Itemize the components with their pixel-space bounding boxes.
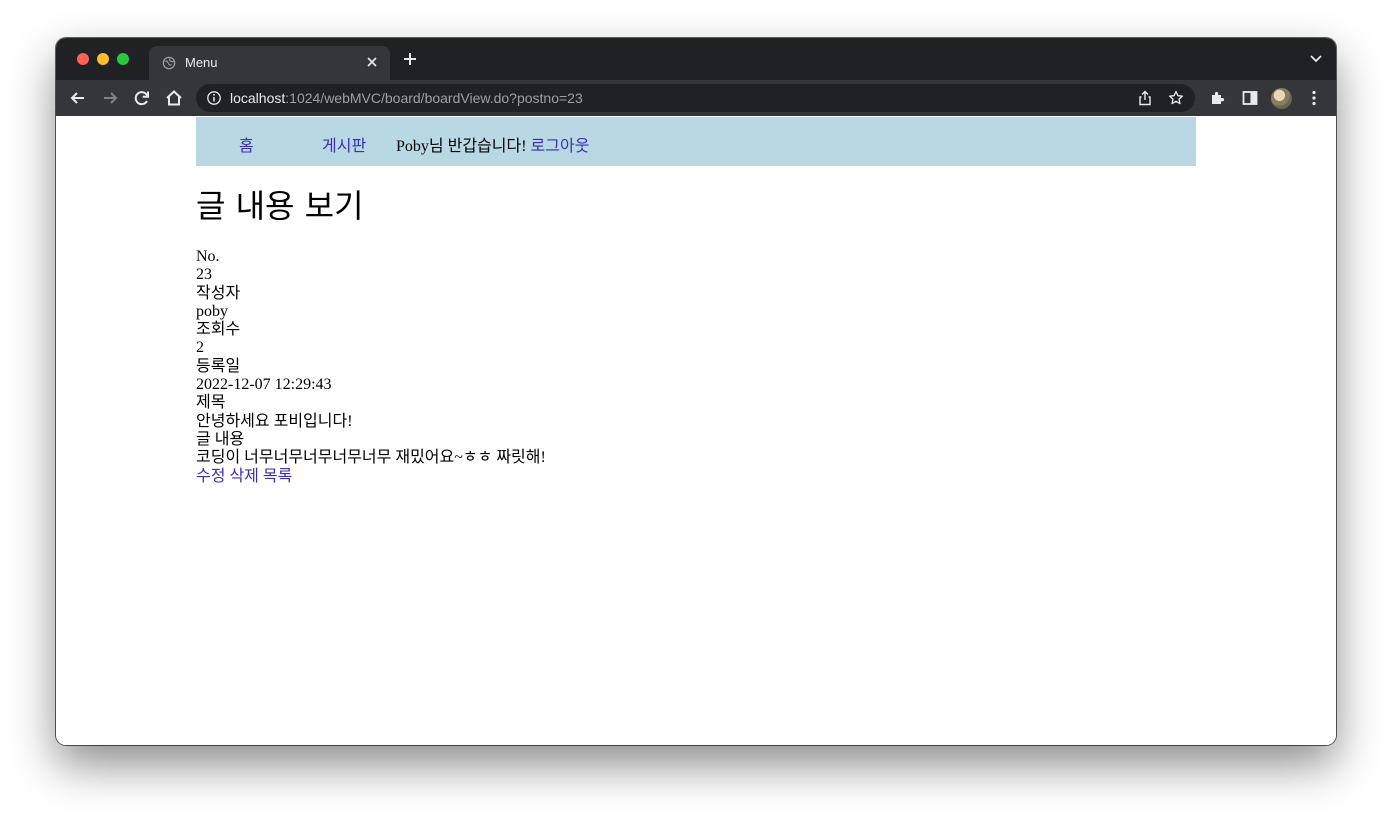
home-icon[interactable]: [164, 88, 184, 108]
more-menu-icon[interactable]: [1304, 88, 1324, 108]
browser-tab[interactable]: Menu: [149, 46, 390, 80]
site-info-icon[interactable]: [206, 90, 222, 106]
views-value: 2: [196, 339, 204, 357]
body-value: 코딩이 너무너무너무너무너무 재밌어요~ㅎㅎ 짜릿해!: [196, 449, 546, 467]
body-label: 글 내용: [196, 430, 245, 448]
side-panel-icon[interactable]: [1240, 88, 1260, 108]
date-label: 등록일: [196, 357, 241, 375]
profile-avatar[interactable]: [1271, 88, 1292, 109]
subject-label: 제목: [196, 394, 226, 412]
list-link[interactable]: 목록: [263, 468, 292, 485]
nav-board-link[interactable]: 게시판: [322, 132, 366, 156]
close-window-button[interactable]: [77, 53, 89, 65]
tab-search-chevron-icon[interactable]: [1310, 54, 1322, 64]
page-content: 홈 게시판 Poby님 반갑습니다! 로그아웃 글 내용 보기 No. 23 작…: [56, 116, 1336, 745]
url-text[interactable]: localhost:1024/webMVC/board/boardView.do…: [230, 90, 583, 106]
zoom-window-button[interactable]: [117, 53, 129, 65]
new-tab-icon[interactable]: [401, 50, 419, 68]
reload-icon[interactable]: [132, 88, 152, 108]
browser-window: Menu localhost:1024/webMVC/board/boardVi…: [56, 38, 1336, 745]
url-host: localhost: [230, 90, 286, 106]
nav-home-link[interactable]: 홈: [239, 132, 254, 156]
greeting-text: Poby님 반갑습니다!: [396, 138, 531, 155]
edit-link[interactable]: 수정: [196, 468, 225, 485]
views-label: 조회수: [196, 321, 241, 339]
delete-link[interactable]: 삭제: [229, 468, 258, 485]
date-value: 2022-12-07 12:29:43: [196, 376, 332, 394]
extensions-puzzle-icon[interactable]: [1208, 88, 1228, 108]
bookmark-star-icon[interactable]: [1168, 90, 1184, 106]
globe-icon: [162, 56, 176, 70]
tab-strip: Menu: [56, 38, 1336, 80]
site-navbar: 홈 게시판 Poby님 반갑습니다! 로그아웃: [196, 117, 1196, 166]
post-actions: 수정 삭제 목록: [196, 468, 546, 486]
tab-title: Menu: [185, 55, 218, 70]
page-title: 글 내용 보기: [196, 187, 364, 225]
address-bar[interactable]: localhost:1024/webMVC/board/boardView.do…: [196, 84, 1195, 112]
post-no-label: No.: [196, 248, 220, 265]
writer-value: poby: [196, 302, 228, 320]
url-path: :1024/webMVC/board/boardView.do?postno=2…: [285, 90, 583, 106]
back-icon[interactable]: [68, 88, 88, 108]
close-tab-icon[interactable]: [364, 54, 380, 70]
subject-value: 안녕하세요 포비입니다!: [196, 412, 353, 430]
post-detail: No. 23 작성자 poby 조회수 2 등록일 2022-12-07 12:…: [196, 248, 546, 486]
post-no-value: 23: [196, 266, 212, 284]
user-greeting: Poby님 반갑습니다! 로그아웃: [396, 132, 589, 156]
minimize-window-button[interactable]: [97, 53, 109, 65]
forward-icon[interactable]: [100, 88, 120, 108]
share-icon[interactable]: [1137, 90, 1153, 106]
writer-label: 작성자: [196, 284, 241, 302]
browser-toolbar: localhost:1024/webMVC/board/boardView.do…: [56, 80, 1336, 116]
logout-link[interactable]: 로그아웃: [531, 138, 590, 155]
